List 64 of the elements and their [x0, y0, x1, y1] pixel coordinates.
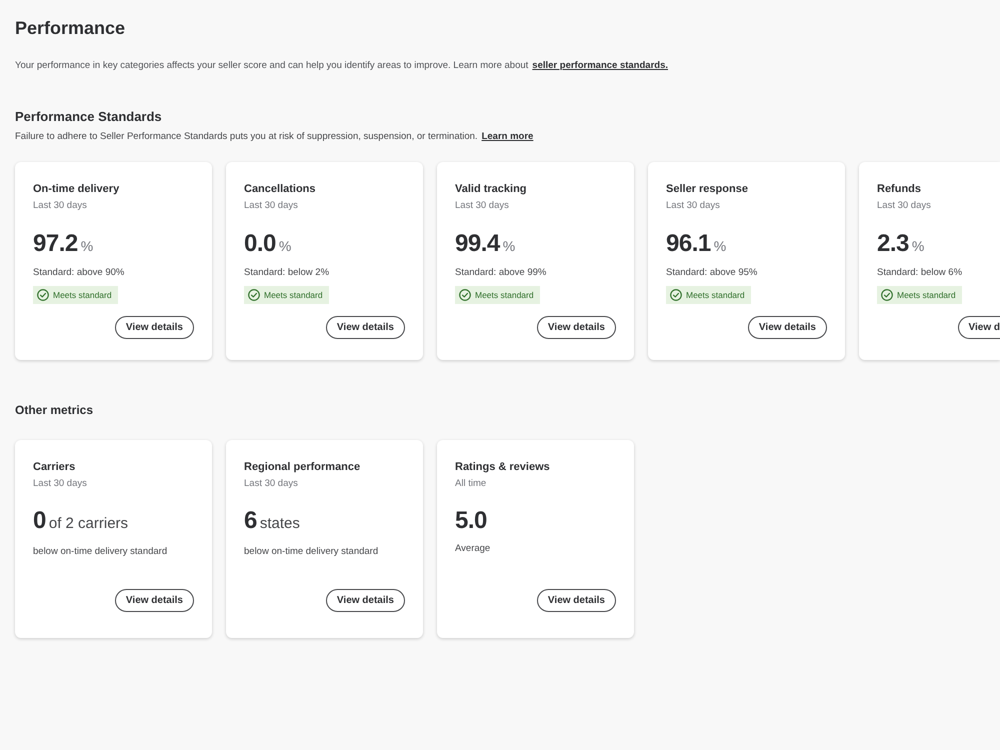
view-details-button[interactable]: View details [748, 316, 827, 339]
metric-unit: % [278, 237, 292, 256]
period-label: Last 30 days [877, 199, 931, 212]
standard-text: Standard: above 95% [666, 266, 758, 279]
card-title: Refunds [877, 182, 921, 196]
metric-unit: % [912, 237, 924, 256]
status-label: Meets standard [53, 289, 112, 301]
learn-more-link[interactable]: Learn more [482, 131, 534, 142]
metric-value: 99.4 [455, 230, 500, 258]
metric-unit: % [80, 237, 94, 256]
period-label: All time [455, 477, 486, 490]
status-label: Meets standard [264, 289, 323, 301]
metric-unit: % [502, 237, 516, 256]
standards-link[interactable]: seller performance standards. [532, 60, 668, 71]
status-label: Meets standard [897, 289, 956, 301]
view-details-button[interactable]: View details [114, 316, 194, 339]
metric-value: 6 [244, 507, 257, 535]
period-label: Last 30 days [244, 199, 298, 212]
period-label: Last 30 days [244, 477, 298, 490]
metric-value: 2.3 [877, 230, 909, 258]
card-title: Ratings & reviews [455, 460, 550, 474]
metric-value: 0 [33, 507, 46, 535]
period-label: Last 30 days [666, 199, 720, 212]
view-details-button[interactable]: View d [958, 316, 1000, 339]
metric-value: 97.2 [33, 230, 78, 258]
metric-unit: states [260, 514, 300, 534]
view-details-button[interactable]: View details [326, 316, 405, 339]
section-description: Failure to adhere to Seller Performance Standards puts you at risk of suppression, suspension, or termination. Learn more [15, 130, 534, 144]
standard-text: Standard: above 90% [33, 266, 124, 279]
page-title: Performance [15, 17, 126, 39]
standard-text: Standard: below 6% [877, 266, 962, 279]
section-heading: Other metrics [15, 402, 94, 418]
metric-note: below on-time delivery standard [33, 545, 168, 558]
metric-unit: of 2 carriers [48, 514, 128, 534]
standard-text: Standard: below 2% [244, 266, 330, 279]
metric-value: 0.0 [244, 230, 276, 258]
check-circle-icon [37, 289, 49, 301]
check-circle-icon [248, 289, 260, 301]
section-heading: Performance Standards [15, 109, 162, 125]
status-label: Meets standard [475, 289, 534, 301]
period-label: Last 30 days [33, 199, 87, 212]
view-details-button[interactable]: View details [536, 589, 616, 612]
status-label: Meets standard [686, 289, 745, 301]
card-title: Cancellations [244, 182, 316, 196]
check-circle-icon [670, 289, 682, 301]
check-circle-icon [881, 289, 893, 301]
check-circle-icon [459, 289, 471, 301]
intro-text: Your performance in key categories affects your seller score and can help you identify areas to improve. Learn more about seller performance standards. [15, 59, 668, 73]
view-details-button[interactable]: View details [536, 316, 616, 339]
standard-text: Standard: above 99% [455, 266, 546, 279]
card-title: On-time delivery [33, 182, 120, 196]
metric-value: 96.1 [666, 230, 711, 258]
period-label: Last 30 days [455, 199, 509, 212]
period-label: Last 30 days [33, 477, 87, 490]
metric-value: 5.0 [455, 507, 487, 535]
card-title: Valid tracking [455, 182, 527, 196]
view-details-button[interactable]: View details [114, 589, 194, 612]
metric-unit: % [714, 237, 726, 256]
card-title: Carriers [33, 460, 76, 474]
card-title: Regional performance [244, 460, 360, 474]
view-details-button[interactable]: View details [326, 589, 405, 612]
metric-note: Average [455, 542, 490, 555]
metric-note: below on-time delivery standard [244, 545, 378, 558]
card-title: Seller response [666, 182, 748, 196]
